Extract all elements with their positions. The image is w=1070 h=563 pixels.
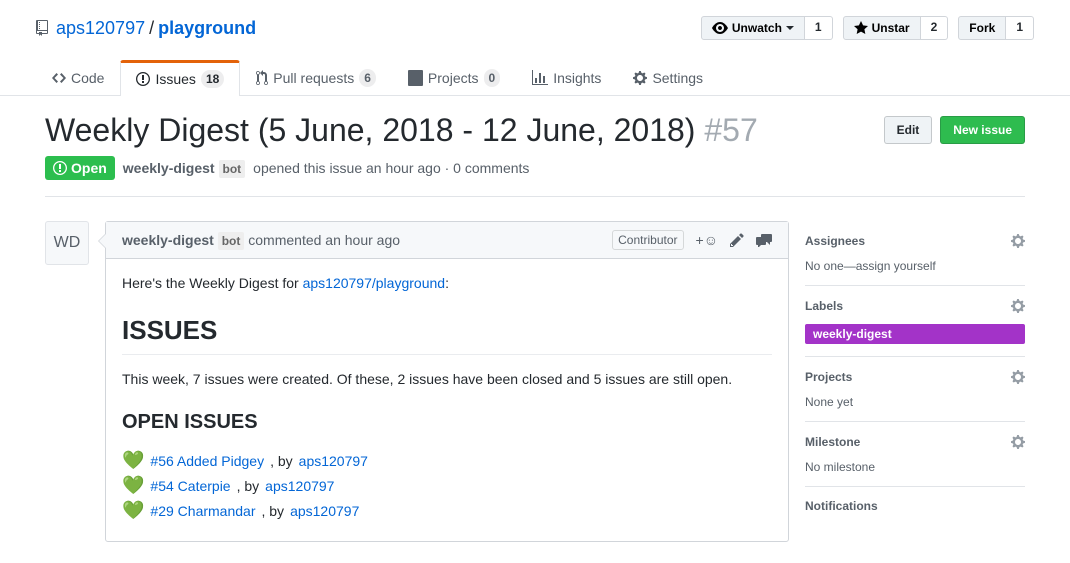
reply-icon[interactable] (756, 233, 772, 247)
gear-icon (633, 70, 647, 86)
projects-count: 0 (484, 69, 501, 87)
fork-count[interactable]: 1 (1006, 16, 1034, 40)
edit-button[interactable]: Edit (884, 116, 933, 144)
tab-code[interactable]: Code (36, 60, 120, 95)
list-item: 💚 #56 Added Pidgey, by aps120797 (122, 450, 772, 471)
avatar[interactable]: WD (45, 221, 89, 265)
path-sep: / (149, 18, 154, 39)
milestone-text: No milestone (805, 460, 1025, 474)
repo-icon (36, 20, 52, 36)
bot-badge: bot (218, 232, 245, 250)
graph-icon (532, 70, 548, 86)
issue-link[interactable]: #29 Charmandar (150, 503, 255, 519)
tab-projects[interactable]: Projects 0 (392, 60, 516, 95)
fork-button[interactable]: Fork (958, 16, 1006, 40)
issue-link[interactable]: #54 Caterpie (150, 478, 230, 494)
labels-header[interactable]: Labels (805, 298, 1025, 314)
tab-insights[interactable]: Insights (516, 60, 617, 95)
tab-issues[interactable]: Issues 18 (120, 60, 240, 96)
contributor-badge: Contributor (612, 230, 683, 250)
eye-icon (712, 20, 728, 36)
add-reaction-icon[interactable]: +☺ (696, 232, 718, 248)
pencil-icon[interactable] (730, 232, 744, 248)
tab-settings[interactable]: Settings (617, 60, 719, 95)
new-issue-button[interactable]: New issue (940, 116, 1025, 144)
pr-icon (256, 70, 268, 86)
gear-icon (1011, 434, 1025, 450)
author-link[interactable]: aps120797 (299, 453, 368, 469)
heart-icon: 💚 (122, 500, 144, 521)
assignees-header[interactable]: Assignees (805, 233, 1025, 249)
assignees-text[interactable]: No one—assign yourself (805, 259, 1025, 273)
gear-icon (1011, 233, 1025, 249)
tab-pulls[interactable]: Pull requests 6 (240, 60, 392, 95)
heart-icon: 💚 (122, 450, 144, 471)
gear-icon (1011, 369, 1025, 385)
issue-open-icon (53, 160, 67, 176)
comment-author[interactable]: weekly-digest (122, 232, 214, 248)
issues-count: 18 (201, 70, 224, 88)
code-icon (52, 70, 66, 86)
notifications-header[interactable]: Notifications (805, 499, 1025, 513)
repo-link[interactable]: playground (158, 18, 256, 39)
heading-issues: ISSUES (122, 315, 772, 355)
bot-badge: bot (219, 160, 246, 178)
unwatch-button[interactable]: Unwatch (701, 16, 805, 40)
issue-link[interactable]: #56 Added Pidgey (150, 453, 264, 469)
star-icon (854, 20, 868, 36)
list-item: 💚 #29 Charmandar, by aps120797 (122, 500, 772, 521)
gear-icon (1011, 298, 1025, 314)
issue-meta: opened this issue an hour ago · 0 commen… (253, 160, 529, 176)
star-count[interactable]: 2 (921, 16, 949, 40)
project-icon (408, 70, 423, 86)
milestone-header[interactable]: Milestone (805, 434, 1025, 450)
heading-open-issues: OPEN ISSUES (122, 411, 772, 434)
issue-title: Weekly Digest (5 June, 2018 - 12 June, 2… (45, 112, 758, 148)
comment-time: commented an hour ago (248, 232, 400, 248)
summary-text: This week, 7 issues were created. Of the… (122, 371, 772, 387)
author-link[interactable]: aps120797 (265, 478, 334, 494)
projects-text: None yet (805, 395, 1025, 409)
owner-link[interactable]: aps120797 (56, 18, 145, 39)
issue-author[interactable]: weekly-digest (123, 160, 215, 176)
state-badge: Open (45, 156, 115, 180)
label-badge[interactable]: weekly-digest (805, 324, 1025, 344)
breadcrumb: aps120797 / playground (36, 18, 256, 39)
intro-text: Here's the Weekly Digest for aps120797/p… (122, 275, 772, 291)
heart-icon: 💚 (122, 475, 144, 496)
watch-count[interactable]: 1 (805, 16, 833, 40)
repo-link-inline[interactable]: aps120797/playground (303, 275, 445, 291)
unstar-button[interactable]: Unstar (843, 16, 921, 40)
issue-number: #57 (704, 112, 757, 148)
caret-down-icon (786, 26, 794, 30)
list-item: 💚 #54 Caterpie, by aps120797 (122, 475, 772, 496)
author-link[interactable]: aps120797 (290, 503, 359, 519)
projects-header[interactable]: Projects (805, 369, 1025, 385)
pulls-count: 6 (359, 69, 376, 87)
issue-icon (136, 71, 150, 87)
